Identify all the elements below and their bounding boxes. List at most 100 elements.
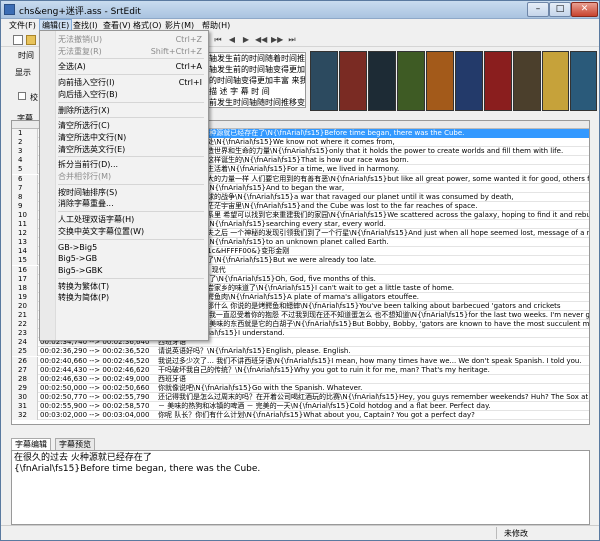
menu-item-label: GB->Big5 bbox=[58, 242, 98, 252]
row-number: 1 bbox=[12, 129, 38, 138]
menu-separator bbox=[58, 74, 204, 76]
subtitle-editor[interactable]: 在很久的过去 火种源就已经存在了 {\fnArial\fs15}Before t… bbox=[11, 450, 590, 525]
menu-item[interactable]: 清空所选中文行(N) bbox=[58, 132, 206, 144]
menu-item[interactable]: 交换中英文字幕位置(W) bbox=[58, 226, 206, 238]
row-subtitle-text: 当所有希望都消失之后 一个神秘的发现引领我们到了一个行星\N{\fnArial\… bbox=[158, 229, 589, 238]
row-time: 00:02:44,430 --> 00:02:46,620 bbox=[40, 365, 150, 374]
menu-separator bbox=[58, 211, 204, 213]
thumbnail[interactable] bbox=[484, 51, 512, 111]
row-number: 4 bbox=[12, 156, 38, 166]
thumbnail[interactable] bbox=[570, 51, 597, 111]
row-number: 22 bbox=[12, 320, 38, 330]
menu-item[interactable]: Big5->GBK bbox=[58, 265, 206, 277]
menu-item[interactable]: 全选(A) Ctrl+A bbox=[58, 61, 206, 73]
thumbnail[interactable] bbox=[397, 51, 425, 111]
row-number: 24 bbox=[12, 338, 38, 348]
row-subtitle-text: 一个未知的星球\N{\fnArial\fs15}to an unknown pl… bbox=[158, 238, 389, 247]
table-row[interactable]: 27 00:02:44,430 --> 00:02:46,620 干吗破坏我自己的传… bbox=[12, 365, 589, 375]
menu-separator bbox=[58, 117, 204, 119]
row-time: 00:02:46,630 --> 00:02:49,000 bbox=[40, 374, 150, 383]
menu-item[interactable]: GB->Big5 bbox=[58, 242, 206, 254]
minimize-button[interactable]: – bbox=[527, 2, 549, 17]
fast-forward-icon[interactable]: ▶▶ bbox=[271, 35, 283, 45]
menu-item[interactable]: 转换为繁体(T) bbox=[58, 281, 206, 293]
row-number: 11 bbox=[12, 220, 38, 229]
menu-item[interactable]: 消除字幕重叠... bbox=[58, 198, 206, 210]
menu-item[interactable]: 拆分当前行(D)... bbox=[58, 159, 206, 171]
menu-item-shortcut: Shift+Ctrl+Z bbox=[150, 46, 202, 56]
status-bar: 未修改 bbox=[1, 525, 599, 540]
menu-item[interactable]: 删除所选行(X) bbox=[58, 105, 206, 117]
prev-icon[interactable]: ◀ bbox=[227, 35, 237, 45]
row-subtitle-text: 在很久的过去 火种源就已经存在了\N{\fnArial\fs15}Before … bbox=[158, 129, 589, 138]
tab-subtitle-edit[interactable]: 字幕编辑 bbox=[11, 438, 51, 450]
row-time: 00:02:40,660 --> 00:02:46,520 bbox=[40, 356, 150, 365]
thumbnail[interactable] bbox=[513, 51, 541, 111]
row-subtitle-text: 西班牙语 bbox=[158, 374, 186, 383]
thumbnail[interactable] bbox=[542, 51, 569, 111]
row-subtitle-text: {\fnArial\fs15} 现代 bbox=[158, 265, 226, 274]
menu-item[interactable]: 无法重复(R) Shift+Ctrl+Z bbox=[58, 46, 206, 58]
edit-menu-dropdown: 无法撤销(U) Ctrl+Z 无法重复(R) Shift+Ctrl+Z 全选(A) Ctr… bbox=[39, 30, 209, 341]
table-row[interactable]: 31 00:02:55,900 --> 00:02:58,570 － 美味的热狗和冰… bbox=[12, 402, 589, 411]
table-row[interactable]: 28 00:02:46,630 --> 00:02:49,000 西班牙语 bbox=[12, 374, 589, 384]
menu-separator bbox=[58, 238, 204, 240]
menu-item[interactable]: Big5->GB bbox=[58, 253, 206, 265]
menu-item[interactable]: 转换为简体(P) bbox=[58, 292, 206, 304]
menu-item[interactable]: 无法撤销(U) Ctrl+Z bbox=[58, 34, 206, 46]
menu-file[interactable]: 文件(F) bbox=[7, 19, 38, 33]
app-window: chs&eng+迷评.ass - SrtEdit – □ ✕ 文件(F) 编辑(… bbox=[0, 0, 600, 541]
tab-subtitle-preview[interactable]: 字幕预览 bbox=[55, 438, 95, 450]
menu-item[interactable]: 合并相邻行(M) bbox=[58, 171, 206, 183]
menu-item[interactable]: 按时间轴排序(S) bbox=[58, 187, 206, 199]
table-row[interactable]: 26 00:02:40,660 --> 00:02:46,520 我说过多少次了… … bbox=[12, 356, 589, 366]
table-row[interactable]: 25 00:02:36,290 --> 00:02:36,520 请说英语好吗？\N… bbox=[12, 347, 589, 357]
menu-item-label: 无法撤销(U) bbox=[58, 35, 103, 44]
open-folder-icon[interactable] bbox=[26, 35, 36, 45]
row-number: 27 bbox=[12, 365, 38, 375]
menu-separator bbox=[58, 58, 204, 60]
row-time: 00:03:02,000 --> 00:03:04,000 bbox=[40, 411, 150, 420]
thumbnail[interactable] bbox=[310, 51, 338, 111]
menu-item[interactable]: 向后插入空行(B) bbox=[58, 89, 206, 101]
row-subtitle-text: 一场毁灭我们星球的战争\N{\fnArial\fs15}a war that r… bbox=[158, 192, 514, 201]
fast-back-icon[interactable]: ◀◀ bbox=[255, 35, 267, 45]
row-subtitle-text: 你就像说吧\N{\fnArial\fs15}Go with the Spanis… bbox=[158, 383, 363, 392]
close-button[interactable]: ✕ bbox=[571, 2, 598, 17]
row-time: 00:02:50,000 --> 00:02:50,660 bbox=[40, 383, 150, 392]
context-line: 轴发生前的时间随着时间推移变得 bbox=[209, 54, 305, 63]
context-line: 描 述 字 幕 时 间 bbox=[209, 87, 270, 96]
table-row[interactable]: 32 00:03:02,000 --> 00:03:04,000 你呢 队长？你们有… bbox=[12, 411, 589, 421]
row-time: 00:02:36,290 --> 00:02:36,520 bbox=[40, 347, 150, 356]
menu-item[interactable]: 清空所选英文行(E) bbox=[58, 144, 206, 156]
menu-item-label: 转换为繁体(T) bbox=[58, 281, 110, 291]
thumbnail[interactable] bbox=[426, 51, 454, 111]
editor-line-english: {\fnArial\fs15}Before time began, there … bbox=[14, 464, 261, 474]
row-number: 29 bbox=[12, 383, 38, 393]
verify-checkbox[interactable] bbox=[18, 92, 26, 100]
table-row[interactable]: 30 00:02:50,770 --> 00:02:55,790 还记得我们是怎么过… bbox=[12, 392, 589, 402]
table-row[interactable]: 29 00:02:50,000 --> 00:02:50,660 你就像说吧\N{\… bbox=[12, 383, 589, 393]
new-file-icon[interactable] bbox=[13, 35, 23, 45]
menu-item-label: Big5->GBK bbox=[58, 265, 103, 275]
first-icon[interactable]: ⏮ bbox=[213, 35, 223, 45]
play-icon[interactable]: ▶ bbox=[241, 35, 251, 45]
thumbnail[interactable] bbox=[368, 51, 396, 111]
row-subtitle-text: 但是就像所有伟大的力量一样 人们要它用到的有善有恶\N{\fnArial\fs1… bbox=[158, 174, 589, 183]
menu-item-label: Big5->GB bbox=[58, 254, 98, 264]
thumbnail[interactable] bbox=[455, 51, 483, 111]
row-subtitle-text: 只知道它拥有创造世界和生命的力量\N{\fnArial\fs15}only th… bbox=[158, 147, 564, 156]
menu-item-shortcut: Ctrl+Z bbox=[175, 35, 202, 44]
title-bar[interactable]: chs&eng+迷评.ass - SrtEdit – □ ✕ bbox=[1, 1, 599, 19]
menu-item[interactable]: 清空所选行(C) bbox=[58, 120, 206, 132]
menu-item[interactable]: 人工处理双语字幕(H) bbox=[58, 214, 206, 226]
thumbnail[interactable] bbox=[339, 51, 367, 111]
menu-item-label: 拆分当前行(D)... bbox=[58, 160, 119, 170]
display-label: 显示 bbox=[15, 68, 31, 77]
last-icon[interactable]: ⏭ bbox=[287, 35, 297, 45]
row-subtitle-text: 但是说起鳄鱼 最美味的东西就是它的白胡子\N{\fnArial\fs15}But… bbox=[158, 320, 589, 329]
row-number: 16 bbox=[12, 265, 38, 275]
maximize-button[interactable]: □ bbox=[549, 2, 571, 17]
row-subtitle-text: 干吗破坏我自己的传统？\N{\fnArial\fs15}Why you got … bbox=[158, 365, 490, 374]
menu-item[interactable]: 向前插入空行(I) Ctrl+I bbox=[58, 77, 206, 89]
